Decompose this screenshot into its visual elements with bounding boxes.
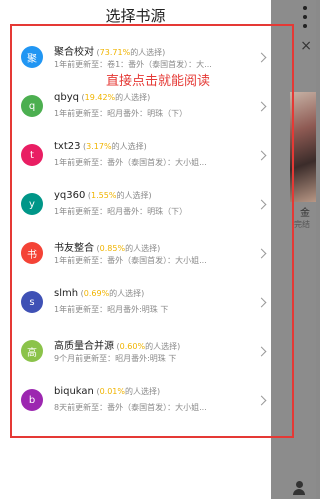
more-vertical-icon[interactable] [300,6,310,28]
drawer-title: 选择书源 [105,7,166,25]
book-cover-title: 金 [300,208,310,219]
close-icon[interactable]: × [300,38,312,54]
book-cover-status: 完结 [294,220,310,229]
book-cover-caption: 金 完结 [294,208,310,230]
annotation-label: 直接点击就能阅读 [106,74,211,89]
profile-icon[interactable] [292,481,306,495]
